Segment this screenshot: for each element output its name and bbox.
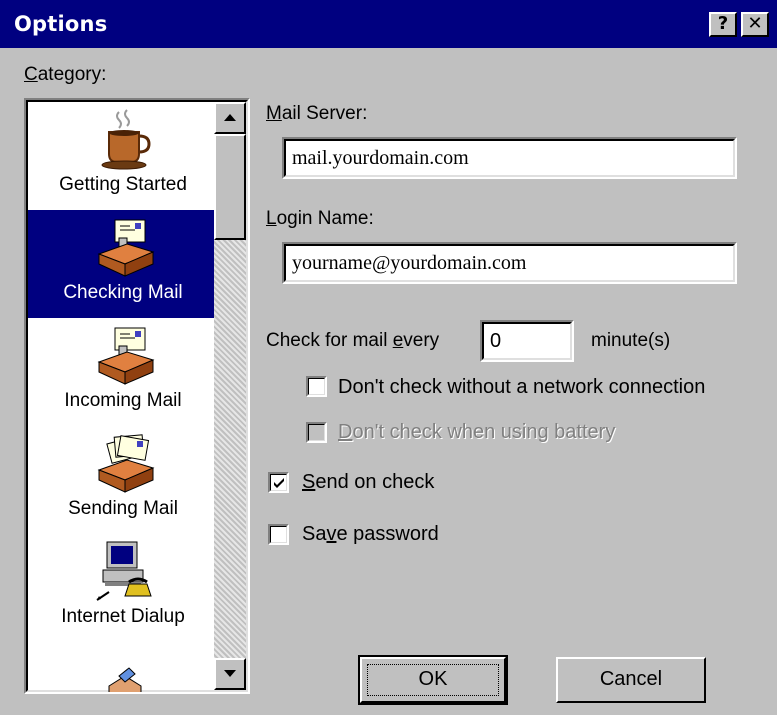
mail-server-input[interactable]: mail.yourdomain.com bbox=[282, 137, 737, 179]
minutes-unit-label: minute(s) bbox=[591, 330, 671, 351]
send-on-check-checkbox[interactable] bbox=[268, 472, 289, 493]
category-item-label: Checking Mail bbox=[63, 282, 183, 303]
no-network-label[interactable]: Don't check without a network connection bbox=[338, 376, 705, 399]
category-item-sending-mail[interactable]: Sending Mail bbox=[28, 426, 218, 534]
title-bar: Options ? ✕ bbox=[0, 0, 777, 48]
window-title: Options bbox=[14, 12, 108, 36]
ok-button[interactable]: OK bbox=[358, 655, 508, 705]
category-item-label: Getting Started bbox=[59, 174, 187, 195]
checkmark-icon bbox=[274, 478, 284, 488]
mailbox-tray-icon bbox=[97, 219, 155, 277]
save-password-label[interactable]: Save password bbox=[302, 523, 439, 546]
category-item-partial[interactable] bbox=[28, 642, 218, 692]
computer-phone-icon bbox=[96, 541, 152, 601]
check-interval-input[interactable]: 0 bbox=[480, 320, 574, 362]
scroll-down-button[interactable] bbox=[214, 658, 246, 690]
login-name-label: Login Name: bbox=[266, 208, 374, 229]
send-on-check-label[interactable]: Send on check bbox=[302, 471, 434, 494]
cancel-button[interactable]: Cancel bbox=[556, 657, 706, 703]
scroll-up-button[interactable] bbox=[214, 102, 246, 134]
category-item-label: Internet Dialup bbox=[61, 606, 185, 627]
category-list[interactable]: Getting Started Checking Mail Incoming M… bbox=[24, 98, 250, 694]
arrow-down-icon bbox=[224, 670, 236, 677]
category-item-internet-dialup[interactable]: Internet Dialup bbox=[28, 534, 218, 642]
login-name-input[interactable]: yourname@yourdomain.com bbox=[282, 242, 737, 284]
help-button[interactable]: ? bbox=[709, 12, 737, 37]
close-button[interactable]: ✕ bbox=[741, 12, 769, 37]
battery-label: Don't check when using battery bbox=[338, 421, 616, 443]
check-every-label: Check for mail every bbox=[266, 330, 440, 351]
category-item-label: Sending Mail bbox=[68, 498, 178, 519]
mail-server-label: Mail Server: bbox=[266, 103, 368, 124]
outbox-tray-icon bbox=[97, 434, 155, 493]
arrow-up-icon bbox=[224, 114, 236, 121]
category-item-label: Incoming Mail bbox=[64, 390, 182, 411]
save-password-checkbox[interactable] bbox=[268, 524, 289, 545]
category-item-getting-started[interactable]: Getting Started bbox=[28, 102, 218, 210]
mailbox-tray-icon bbox=[97, 327, 155, 385]
category-scrollbar[interactable] bbox=[214, 102, 246, 690]
category-item-checking-mail[interactable]: Checking Mail bbox=[28, 210, 218, 318]
category-item-incoming-mail[interactable]: Incoming Mail bbox=[28, 318, 218, 426]
partially-visible-icon bbox=[108, 667, 142, 692]
no-network-checkbox[interactable] bbox=[306, 376, 327, 397]
category-label: Category: bbox=[24, 64, 107, 85]
battery-checkbox[interactable] bbox=[306, 422, 327, 443]
scroll-thumb[interactable] bbox=[214, 134, 246, 240]
coffee-cup-icon bbox=[101, 109, 151, 170]
